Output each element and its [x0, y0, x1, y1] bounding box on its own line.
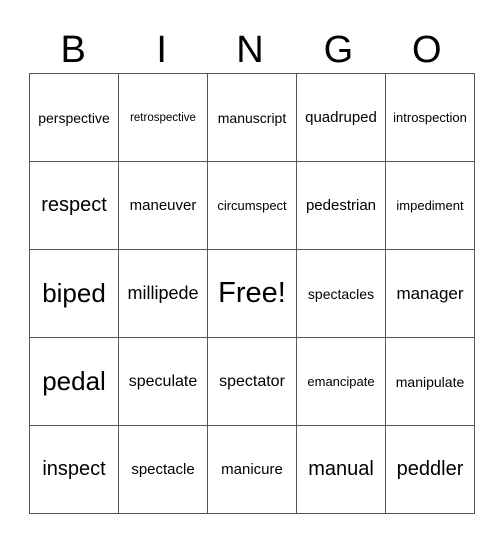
board-row: pedal speculate spectator emancipate man… — [29, 337, 475, 426]
board-cell[interactable]: circumspect — [207, 161, 297, 250]
board-cell[interactable]: pedal — [29, 337, 119, 426]
board-cell[interactable]: speculate — [118, 337, 208, 426]
board-row: respect maneuver circumspect pedestrian … — [29, 161, 475, 250]
board-cell[interactable]: manual — [296, 425, 386, 514]
board-row: perspective retrospective manuscript qua… — [29, 73, 475, 162]
board-cell[interactable]: inspect — [29, 425, 119, 514]
board-cell[interactable]: maneuver — [118, 161, 208, 250]
header-letter-n: N — [236, 29, 264, 71]
header-letter-b: B — [60, 29, 86, 71]
bingo-header: B I N G O — [29, 28, 471, 72]
board-cell[interactable]: biped — [29, 249, 119, 338]
board-row: biped millipede Free! spectacles manager — [29, 249, 475, 338]
board-cell[interactable]: manicure — [207, 425, 297, 514]
board-cell[interactable]: manipulate — [385, 337, 475, 426]
board-cell[interactable]: respect — [29, 161, 119, 250]
board-cell[interactable]: spectacle — [118, 425, 208, 514]
header-letter-g: G — [323, 29, 354, 71]
board-cell[interactable]: millipede — [118, 249, 208, 338]
board-cell[interactable]: emancipate — [296, 337, 386, 426]
board-cell[interactable]: impediment — [385, 161, 475, 250]
header-letter-i: I — [156, 29, 167, 71]
board-cell[interactable]: retrospective — [118, 73, 208, 162]
board-cell[interactable]: spectacles — [296, 249, 386, 338]
board-cell[interactable]: quadruped — [296, 73, 386, 162]
board-cell[interactable]: pedestrian — [296, 161, 386, 250]
board-cell[interactable]: peddler — [385, 425, 475, 514]
board-cell[interactable]: spectator — [207, 337, 297, 426]
bingo-board: perspective retrospective manuscript qua… — [29, 73, 475, 514]
board-cell[interactable]: manager — [385, 249, 475, 338]
board-row: inspect spectacle manicure manual peddle… — [29, 425, 475, 514]
free-space-cell[interactable]: Free! — [207, 249, 297, 338]
board-cell[interactable]: introspection — [385, 73, 475, 162]
board-cell[interactable]: manuscript — [207, 73, 297, 162]
header-letter-o: O — [412, 29, 442, 71]
board-cell[interactable]: perspective — [29, 73, 119, 162]
